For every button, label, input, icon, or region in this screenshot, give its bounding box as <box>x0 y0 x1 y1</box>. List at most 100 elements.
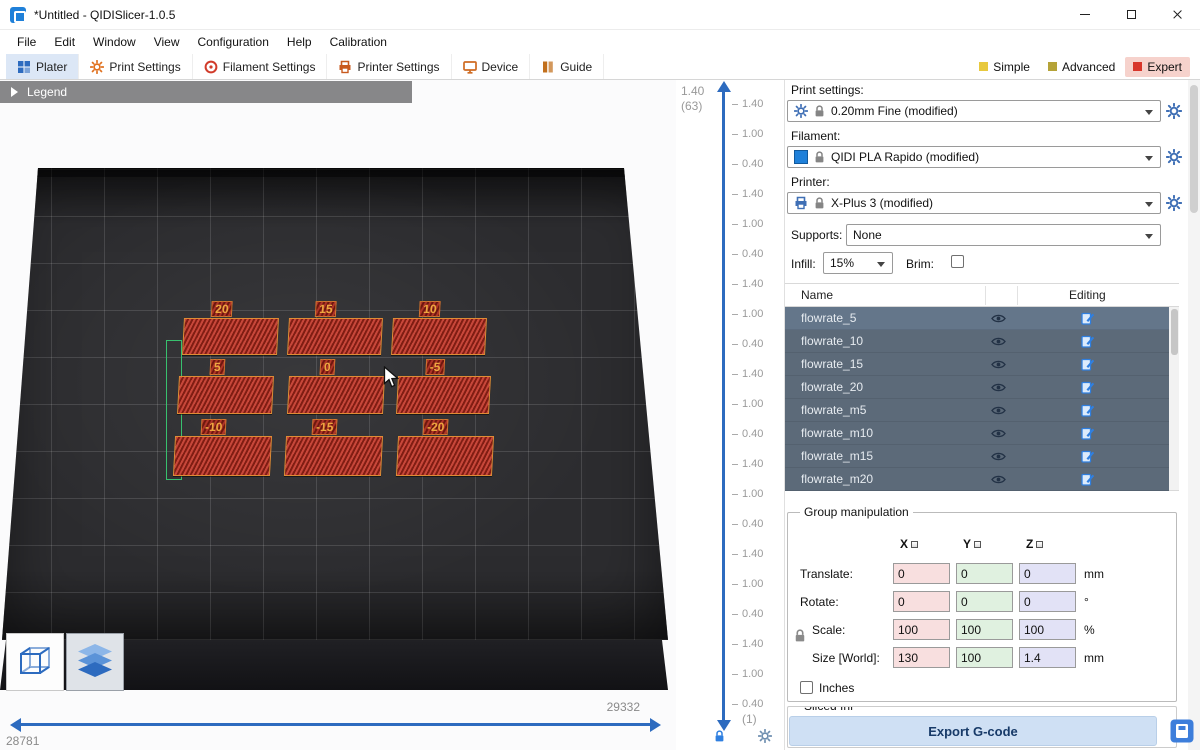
inches-checkbox[interactable] <box>800 681 813 694</box>
print-settings-gear-button[interactable] <box>1165 102 1183 120</box>
object-row[interactable]: flowrate_m5 <box>785 399 1169 422</box>
menu-help[interactable]: Help <box>278 35 321 49</box>
moves-slider-track[interactable] <box>20 723 652 726</box>
infill-combo[interactable]: 15% <box>823 252 893 274</box>
unit-label: mm <box>1084 567 1104 581</box>
translate-x-input[interactable] <box>893 563 950 584</box>
viewport-3d[interactable]: Legend 20151050-5-10-15-20 29332 28781 <box>0 80 676 750</box>
rotate-x-input[interactable] <box>893 591 950 612</box>
supports-combo[interactable]: None <box>846 224 1161 246</box>
flowrate-object[interactable] <box>287 376 385 414</box>
tab-print-settings[interactable]: Print Settings <box>79 54 192 79</box>
brim-checkbox[interactable] <box>951 255 964 268</box>
layer-slider-gear-icon[interactable] <box>758 729 772 746</box>
tick-mark <box>732 224 738 225</box>
scale-x-input[interactable] <box>893 619 950 640</box>
flowrate-object[interactable] <box>284 436 383 476</box>
edit-icon[interactable] <box>1081 357 1095 374</box>
tab-plater[interactable]: Plater <box>6 54 79 79</box>
layer-slider-up-arrow[interactable] <box>717 81 731 92</box>
mode-expert[interactable]: Expert <box>1125 57 1190 77</box>
printer-combo[interactable]: X-Plus 3 (modified) <box>787 192 1161 214</box>
filament-gear-button[interactable] <box>1165 148 1183 166</box>
eye-icon[interactable] <box>991 428 1006 442</box>
flowrate-object[interactable] <box>177 376 274 414</box>
moves-slider-right-arrow[interactable] <box>650 718 661 732</box>
menu-edit[interactable]: Edit <box>45 35 84 49</box>
menu-file[interactable]: File <box>8 35 45 49</box>
flowrate-object[interactable] <box>396 376 491 414</box>
menu-window[interactable]: Window <box>84 35 145 49</box>
flowrate-object[interactable] <box>173 436 272 476</box>
object-row[interactable]: flowrate_m10 <box>785 422 1169 445</box>
object-row[interactable]: flowrate_5 <box>785 307 1169 330</box>
tab-guide[interactable]: Guide <box>530 54 604 79</box>
minimize-button[interactable] <box>1062 0 1108 30</box>
mode-simple[interactable]: Simple <box>971 57 1038 77</box>
translate-z-input[interactable] <box>1019 563 1076 584</box>
edit-icon[interactable] <box>1081 449 1095 466</box>
menu-calibration[interactable]: Calibration <box>321 35 396 49</box>
menu-configuration[interactable]: Configuration <box>189 35 278 49</box>
object-list-scrollbar[interactable] <box>1169 307 1179 490</box>
print-settings-combo[interactable]: 0.20mm Fine (modified) <box>787 100 1161 122</box>
sidebar-scrollbar-thumb[interactable] <box>1190 85 1198 213</box>
eye-icon[interactable] <box>991 405 1006 419</box>
export-gcode-button[interactable]: Export G-code <box>789 716 1157 746</box>
tick-value: 0.40 <box>742 248 763 260</box>
object-list-scrollbar-thumb[interactable] <box>1171 309 1178 355</box>
tab-device[interactable]: Device <box>452 54 531 79</box>
layer-slider-lock-icon[interactable] <box>714 730 725 746</box>
flowrate-object[interactable] <box>396 436 494 476</box>
edit-icon[interactable] <box>1081 426 1095 443</box>
object-row[interactable]: flowrate_m15 <box>785 445 1169 468</box>
layer-slider-track[interactable] <box>722 92 725 722</box>
printer-gear-button[interactable] <box>1165 194 1183 212</box>
legend-bar[interactable]: Legend <box>0 81 412 103</box>
sidebar-scrollbar[interactable] <box>1188 80 1200 750</box>
edit-icon[interactable] <box>1081 380 1095 397</box>
uniform-scale-lock-icon[interactable] <box>794 629 806 646</box>
scale-y-input[interactable] <box>956 619 1013 640</box>
size-y-input[interactable] <box>956 647 1013 668</box>
object-row[interactable]: flowrate_10 <box>785 330 1169 353</box>
preview-view-button[interactable] <box>66 633 124 691</box>
object-row[interactable]: flowrate_15 <box>785 353 1169 376</box>
eye-icon[interactable] <box>991 382 1006 396</box>
menu-view[interactable]: View <box>145 35 189 49</box>
tab-printer-settings[interactable]: Printer Settings <box>327 54 451 79</box>
edit-icon[interactable] <box>1081 403 1095 420</box>
mode-label: Expert <box>1147 60 1182 74</box>
scale-z-input[interactable] <box>1019 619 1076 640</box>
eye-icon[interactable] <box>991 451 1006 465</box>
size-z-input[interactable] <box>1019 647 1076 668</box>
mode-advanced[interactable]: Advanced <box>1040 57 1123 77</box>
flowrate-object[interactable] <box>391 318 487 355</box>
close-button[interactable] <box>1154 0 1200 30</box>
edit-icon[interactable] <box>1081 472 1095 489</box>
flowrate-object[interactable] <box>182 318 279 355</box>
moves-slider-max-value: 29332 <box>576 700 640 714</box>
translate-y-input[interactable] <box>956 563 1013 584</box>
maximize-button[interactable] <box>1108 0 1154 30</box>
rotate-z-input[interactable] <box>1019 591 1076 612</box>
rotate-y-input[interactable] <box>956 591 1013 612</box>
editor-view-button[interactable] <box>6 633 64 691</box>
flowrate-object[interactable] <box>287 318 383 355</box>
mode-dot-icon <box>979 62 988 71</box>
rotate-row: Rotate:° <box>788 591 1176 613</box>
eye-icon[interactable] <box>991 474 1006 488</box>
eye-icon[interactable] <box>991 313 1006 327</box>
layers-icon <box>74 642 116 683</box>
tab-filament-settings[interactable]: Filament Settings <box>193 54 328 79</box>
eye-icon[interactable] <box>991 336 1006 350</box>
axis-letter: Y <box>963 537 971 551</box>
object-row[interactable]: flowrate_20 <box>785 376 1169 399</box>
edit-icon[interactable] <box>1081 311 1095 328</box>
filament-combo[interactable]: QIDI PLA Rapido (modified) <box>787 146 1161 168</box>
size-x-input[interactable] <box>893 647 950 668</box>
edit-icon[interactable] <box>1081 334 1095 351</box>
eye-icon[interactable] <box>991 359 1006 373</box>
object-row[interactable]: flowrate_m20 <box>785 468 1169 491</box>
export-sd-icon[interactable] <box>1169 718 1195 744</box>
